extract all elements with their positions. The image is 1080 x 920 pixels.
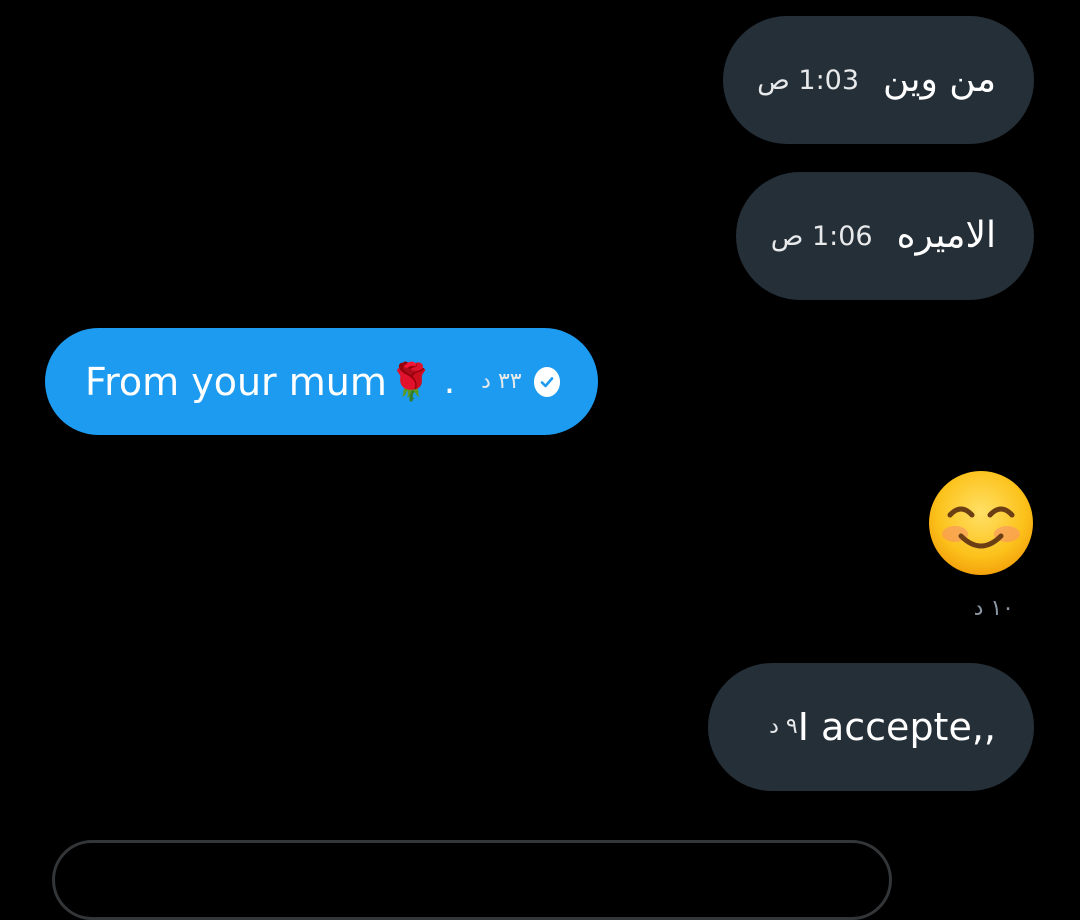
rose-emoji: 🌹 [388,361,434,403]
message-time: 1:06 ص [770,220,873,252]
smiling-face-emoji-icon[interactable] [928,470,1034,576]
message-time: ٣٣ د [481,368,522,394]
message-bubble-received[interactable]: من وين 1:03 ص [723,16,1034,144]
message-time: ١٠ د [973,596,1014,621]
message-trailing-dot: . [443,361,456,402]
message-composer[interactable] [52,840,892,920]
message-bubble-sent[interactable]: From your mum 🌹 . ٣٣ د [45,328,598,435]
message-text: من وين [883,59,996,100]
message-time: 1:03 ص [757,64,860,96]
message-time: ٩ د [769,714,798,739]
message-text: From your mum [85,359,387,404]
message-text: الاميره [896,215,996,256]
message-bubble-received[interactable]: I accepte,, ٩ د [708,663,1034,791]
seen-check-icon [533,366,560,397]
message-bubble-received[interactable]: الاميره 1:06 ص [736,172,1034,300]
message-text: I accepte,, [797,705,996,749]
